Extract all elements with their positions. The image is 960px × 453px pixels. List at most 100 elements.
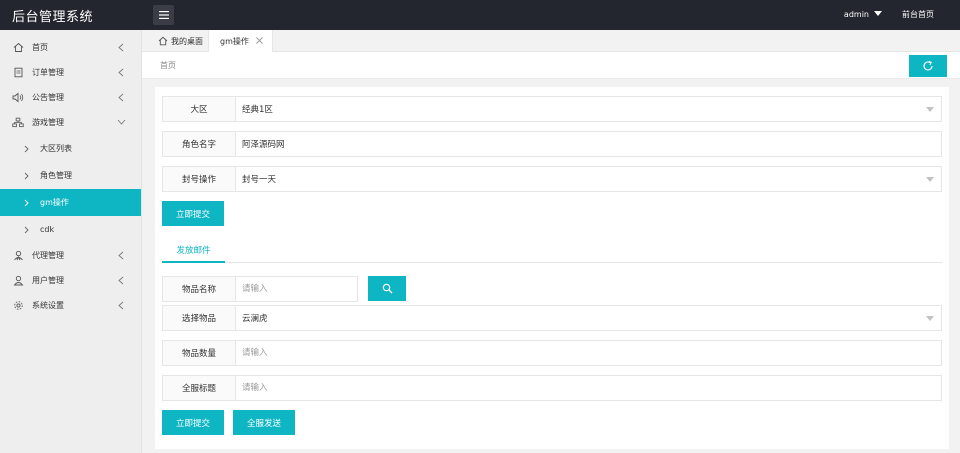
gear-icon [12, 300, 24, 312]
sidebar-item-label: 代理管理 [32, 251, 64, 260]
refresh-icon [923, 60, 933, 71]
submit-button[interactable]: 立即提交 [162, 201, 224, 226]
sidebar-item-label: 系统设置 [32, 301, 64, 310]
breadcrumb-bar: 首页 [142, 52, 960, 79]
sidebar-item-agents[interactable]: 代理管理 [0, 243, 141, 268]
home-icon [158, 36, 168, 46]
sidebar-sub-label: gm操作 [40, 198, 69, 207]
chevron-left-icon [116, 250, 126, 260]
order-icon [12, 67, 24, 79]
role-field-wrap [236, 132, 941, 156]
tab-send-mail[interactable]: 发放邮件 [162, 238, 225, 263]
sidebar-item-orders[interactable]: 订单管理 [0, 60, 141, 85]
chevron-right-icon [24, 226, 30, 234]
home-icon [12, 42, 24, 54]
section-divider [162, 262, 942, 263]
region-label: 大区 [163, 97, 236, 121]
close-icon[interactable] [255, 36, 264, 45]
search-button[interactable] [368, 276, 406, 301]
select-item-label: 选择物品 [163, 306, 236, 330]
sidebar-item-label: 用户管理 [32, 276, 64, 285]
sidebar-item-label: 订单管理 [32, 68, 64, 77]
sidebar: 首页 订单管理 公告管理 游戏管理 大区列表 角色管理 gm操作 cdk 代理管… [0, 30, 142, 453]
caret-down-icon [926, 316, 934, 321]
server-title-input[interactable] [242, 376, 941, 400]
agent-icon [12, 250, 24, 262]
tab-label: 我的桌面 [171, 36, 203, 46]
breadcrumb[interactable]: 首页 [160, 60, 176, 71]
chevron-left-icon [116, 275, 126, 285]
item-name-field-wrap [236, 277, 357, 301]
region-select-value: 经典1区 [242, 105, 273, 115]
chevron-left-icon [116, 300, 126, 310]
speaker-icon [12, 92, 24, 104]
chevron-right-icon [24, 199, 30, 207]
title-label: 全服标题 [163, 376, 236, 400]
broadcast-send-button[interactable]: 全服发送 [233, 410, 295, 435]
search-icon [382, 283, 392, 294]
chevron-left-icon [116, 42, 126, 52]
mail-submit-button[interactable]: 立即提交 [162, 410, 224, 435]
user-menu[interactable]: admin [844, 10, 882, 19]
qty-input[interactable] [242, 341, 941, 365]
sitemap-icon [12, 117, 24, 129]
chevron-right-icon [24, 145, 30, 153]
title-field-wrap [236, 376, 941, 400]
chevron-left-icon [116, 92, 126, 102]
chevron-left-icon [116, 67, 126, 77]
tab-gm-operation[interactable]: gm操作 [208, 30, 273, 52]
sidebar-item-settings[interactable]: 系统设置 [0, 293, 141, 318]
sidebar-sub-label: 角色管理 [40, 171, 72, 180]
item-name-label: 物品名称 [163, 277, 236, 301]
role-row: 角色名字 [162, 131, 942, 157]
title-row: 全服标题 [162, 375, 942, 401]
tab-bar: 我的桌面 gm操作 [142, 30, 960, 52]
frontend-home-link[interactable]: 前台首页 [902, 9, 934, 20]
header-right: admin 前台首页 [844, 9, 934, 20]
ban-select-value: 封号一天 [242, 175, 277, 185]
sidebar-item-home[interactable]: 首页 [0, 35, 141, 60]
menu-toggle-button[interactable] [153, 5, 174, 25]
tab-my-desktop[interactable]: 我的桌面 [152, 30, 209, 52]
app-logo: 后台管理系统 [12, 10, 94, 25]
caret-down-icon [874, 11, 882, 16]
qty-field-wrap [236, 341, 941, 365]
qty-row: 物品数量 [162, 340, 942, 366]
main-content: 大区 经典1区 角色名字 封号操作 封号一天 立即提交 发放邮件 物品名称 选择… [155, 87, 949, 449]
chevron-down-icon [116, 117, 126, 127]
region-select[interactable]: 经典1区 [236, 97, 941, 121]
caret-down-icon [926, 177, 934, 182]
ban-row: 封号操作 封号一天 [162, 166, 942, 192]
role-name-input[interactable] [242, 132, 941, 156]
sidebar-item-label: 首页 [32, 43, 48, 52]
item-select-value: 云澜虎 [242, 314, 268, 324]
sidebar-sub-role-manage[interactable]: 角色管理 [0, 162, 141, 189]
refresh-button[interactable] [909, 55, 947, 77]
username: admin [843, 10, 869, 19]
item-select[interactable]: 云澜虎 [236, 306, 941, 330]
qty-label: 物品数量 [163, 341, 236, 365]
sidebar-item-notices[interactable]: 公告管理 [0, 85, 141, 110]
sidebar-sub-gm-operation[interactable]: gm操作 [0, 189, 141, 216]
item-name-input[interactable] [242, 277, 357, 301]
sidebar-item-label: 公告管理 [32, 93, 64, 102]
ban-label: 封号操作 [163, 167, 236, 191]
sidebar-sub-cdk[interactable]: cdk [0, 216, 141, 243]
chevron-right-icon [24, 172, 30, 180]
sidebar-item-label: 游戏管理 [32, 118, 64, 127]
ban-select[interactable]: 封号一天 [236, 167, 941, 191]
select-item-row: 选择物品 云澜虎 [162, 305, 942, 331]
sidebar-sub-label: cdk [40, 225, 55, 234]
item-name-row: 物品名称 [162, 276, 358, 302]
hamburger-icon [158, 11, 169, 19]
caret-down-icon [926, 107, 934, 112]
top-header: 后台管理系统 admin 前台首页 [0, 0, 960, 30]
sidebar-sub-region-list[interactable]: 大区列表 [0, 135, 141, 162]
role-label: 角色名字 [163, 132, 236, 156]
user-icon [12, 275, 24, 287]
region-row: 大区 经典1区 [162, 96, 942, 122]
sidebar-sub-label: 大区列表 [40, 144, 72, 153]
tab-label: gm操作 [220, 36, 249, 46]
sidebar-item-games[interactable]: 游戏管理 [0, 110, 141, 135]
sidebar-item-users[interactable]: 用户管理 [0, 268, 141, 293]
